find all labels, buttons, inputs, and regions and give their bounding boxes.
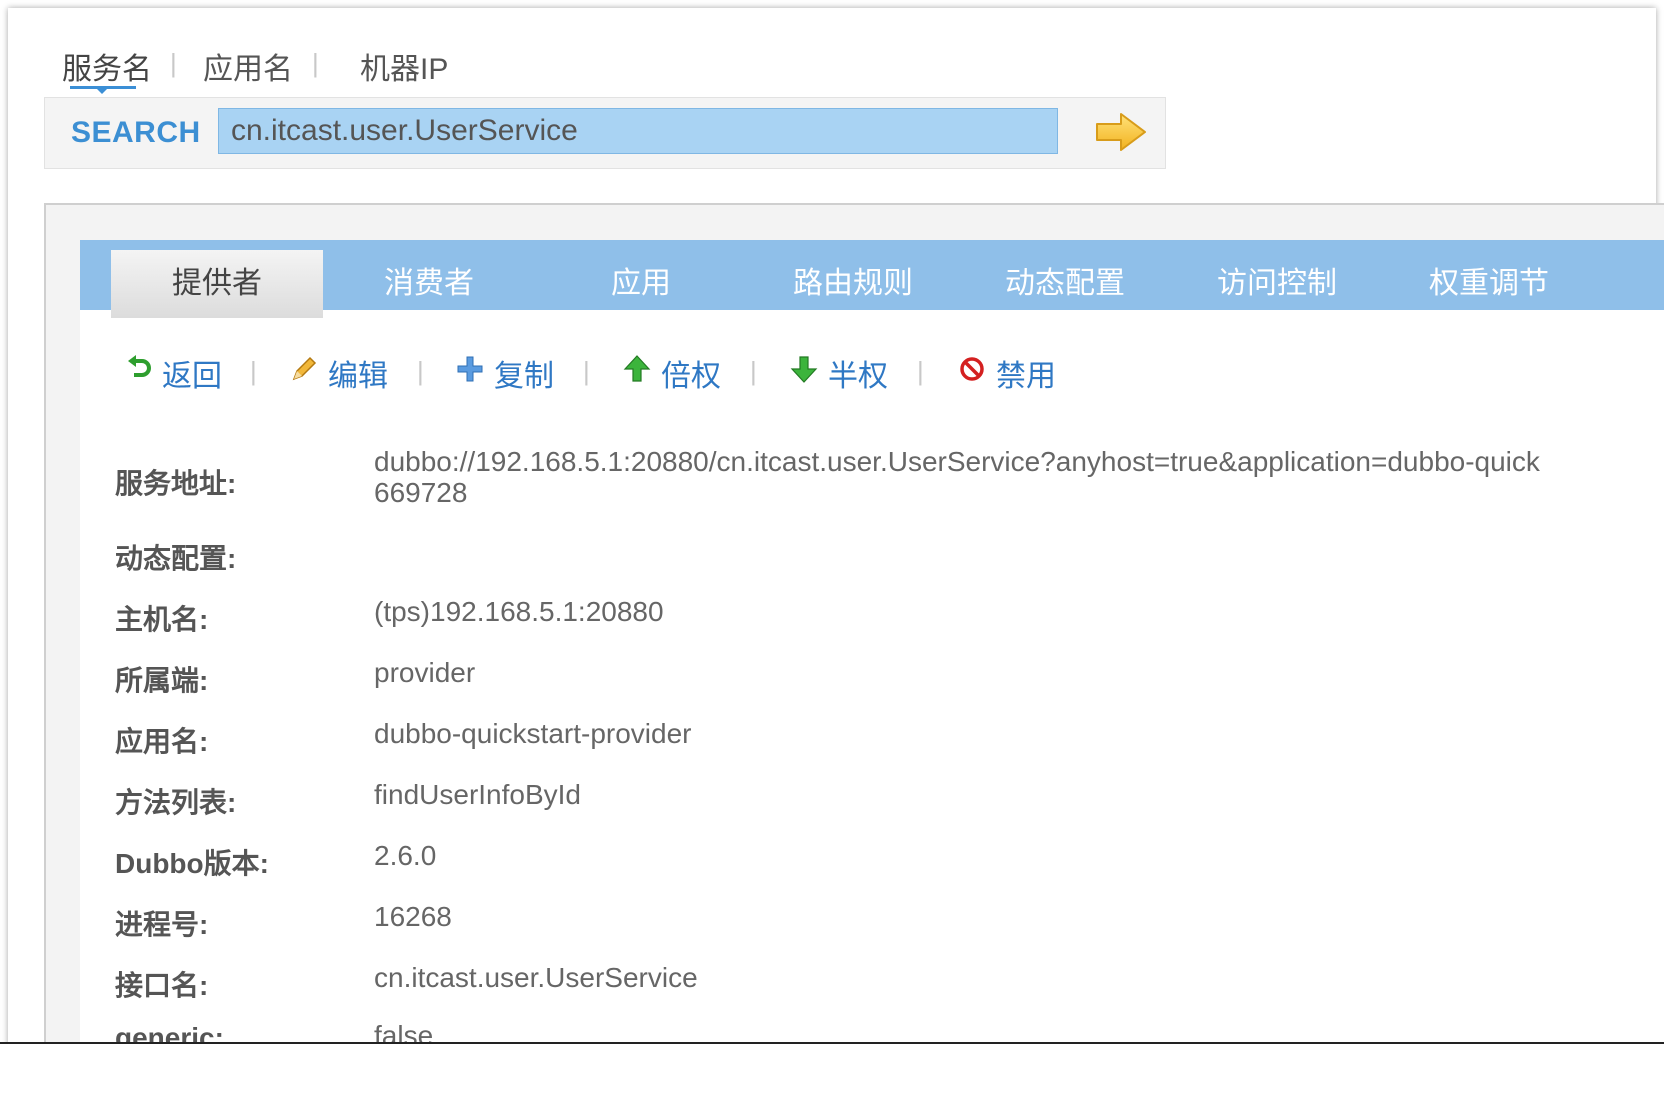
- label-service-address: 服务地址:: [115, 468, 237, 499]
- mode-tab-service[interactable]: 服务名: [62, 44, 152, 88]
- value-service-address: dubbo://192.168.5.1:20880/cn.itcast.user…: [374, 446, 1540, 477]
- label-generic: generic:: [115, 1022, 224, 1042]
- tab-consumers[interactable]: 消费者: [323, 250, 535, 320]
- search-label: SEARCH: [71, 116, 201, 149]
- label-dubbo-version: Dubbo版本:: [115, 848, 269, 879]
- mode-tab-application[interactable]: 应用名: [203, 44, 293, 88]
- mode-separator: |: [312, 48, 319, 78]
- double-weight-label: 倍权: [661, 360, 721, 393]
- active-mode-caret: [97, 89, 107, 94]
- search-go-arrow-icon[interactable]: [1093, 110, 1149, 154]
- plus-icon: [456, 355, 494, 391]
- return-arrow-icon: [124, 355, 162, 391]
- tab-applications[interactable]: 应用: [535, 250, 747, 320]
- arrow-down-icon: [790, 355, 828, 391]
- search-bar: SEARCH: [44, 97, 1166, 169]
- label-side: 所属端:: [115, 665, 209, 696]
- mode-separator: |: [170, 48, 177, 78]
- search-input[interactable]: [218, 108, 1058, 154]
- tab-dynamic-config[interactable]: 动态配置: [959, 250, 1171, 320]
- toolbar-separator: |: [583, 356, 590, 386]
- value-application: dubbo-quickstart-provider: [374, 718, 692, 749]
- label-dynamic-config: 动态配置:: [115, 543, 237, 574]
- copy-button[interactable]: 复制: [456, 350, 554, 396]
- tab-weight-adjust[interactable]: 权重调节: [1383, 250, 1595, 320]
- value-methods: findUserInfoById: [374, 779, 581, 810]
- value-dubbo-version: 2.6.0: [374, 840, 437, 871]
- arrow-up-icon: [623, 355, 661, 391]
- disable-button[interactable]: 禁用: [958, 350, 1056, 396]
- value-side: provider: [374, 657, 476, 688]
- toolbar-separator: |: [250, 356, 257, 386]
- toolbar-separator: |: [417, 356, 424, 386]
- value-generic: false: [374, 1020, 434, 1042]
- tab-routing-rules[interactable]: 路由规则: [747, 250, 959, 320]
- label-pid: 进程号:: [115, 909, 209, 940]
- value-hostname: (tps)192.168.5.1:20880: [374, 596, 664, 627]
- label-application: 应用名:: [115, 726, 209, 757]
- edit-label: 编辑: [328, 360, 388, 393]
- pencil-icon: [290, 355, 328, 391]
- frame-bottom-edge: [0, 1042, 1664, 1115]
- forbidden-icon: [958, 355, 996, 391]
- disable-label: 禁用: [996, 360, 1056, 393]
- half-weight-button[interactable]: 半权: [790, 350, 888, 396]
- label-interface: 接口名:: [115, 970, 209, 1001]
- copy-label: 复制: [494, 360, 554, 393]
- mode-tab-machine-ip[interactable]: 机器IP: [360, 44, 448, 88]
- value-pid: 16268: [374, 901, 452, 932]
- page: 服务名 | 应用名 | 机器IP SEARCH 提供者 消费者: [0, 0, 1664, 1042]
- half-weight-label: 半权: [828, 360, 888, 393]
- tab-providers[interactable]: 提供者: [111, 250, 323, 318]
- edit-button[interactable]: 编辑: [290, 350, 388, 396]
- label-hostname: 主机名:: [115, 604, 209, 635]
- value-service-address-cont: 669728: [374, 477, 468, 508]
- toolbar-separator: |: [750, 356, 757, 386]
- toolbar-separator: |: [917, 356, 924, 386]
- label-methods: 方法列表:: [115, 787, 237, 818]
- back-button[interactable]: 返回: [124, 350, 222, 396]
- double-weight-button[interactable]: 倍权: [623, 350, 721, 396]
- value-interface: cn.itcast.user.UserService: [374, 962, 698, 993]
- tab-access-control[interactable]: 访问控制: [1171, 250, 1383, 320]
- back-label: 返回: [162, 360, 222, 393]
